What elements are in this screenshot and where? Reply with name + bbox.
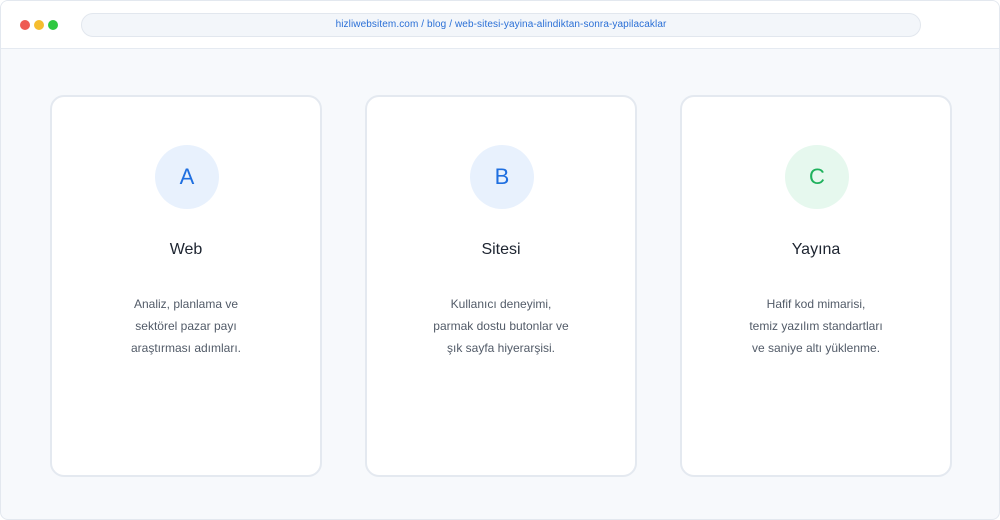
close-window-dot[interactable] (20, 20, 30, 30)
browser-titlebar: hizliwebsitem.com / blog / web-sitesi-ya… (1, 1, 999, 49)
browser-window: hizliwebsitem.com / blog / web-sitesi-ya… (0, 0, 1000, 520)
feature-card-web: A Web Analiz, planlama ve sektörel pazar… (50, 95, 322, 477)
letter-badge-a: A (155, 145, 219, 209)
card-description-line: şık sayfa hiyerarşisi. (446, 341, 556, 355)
letter-badge-c: C (785, 145, 849, 209)
card-title: Yayına (791, 241, 841, 258)
feature-card-sitesi: B Sitesi Kullanıcı deneyimi, parmak dost… (365, 95, 637, 477)
card-title: Web (169, 241, 203, 258)
maximize-window-dot[interactable] (48, 20, 58, 30)
card-description: Hafif kod mimarisi, temiz yazılım standa… (682, 293, 950, 359)
card-description-line: Analiz, planlama ve (133, 297, 239, 311)
address-bar[interactable]: hizliwebsitem.com / blog / web-sitesi-ya… (81, 13, 921, 37)
minimize-window-dot[interactable] (34, 20, 44, 30)
card-description-line: Kullanıcı deneyimi, (450, 297, 552, 311)
card-description-line: temiz yazılım standartları (749, 319, 883, 333)
card-description-line: Hafif kod mimarisi, (766, 297, 866, 311)
card-description-line: araştırması adımları. (130, 341, 242, 355)
card-description-line: ve saniye altı yüklenme. (751, 341, 881, 355)
card-description: Kullanıcı deneyimi, parmak dostu butonla… (367, 293, 635, 359)
feature-card-yayina: C Yayına Hafif kod mimarisi, temiz yazıl… (680, 95, 952, 477)
card-description: Analiz, planlama ve sektörel pazar payı … (52, 293, 320, 359)
card-title: Sitesi (481, 241, 521, 258)
letter-badge-b: B (470, 145, 534, 209)
card-description-line: parmak dostu butonlar ve (433, 319, 569, 333)
card-description-line: sektörel pazar payı (135, 319, 237, 333)
